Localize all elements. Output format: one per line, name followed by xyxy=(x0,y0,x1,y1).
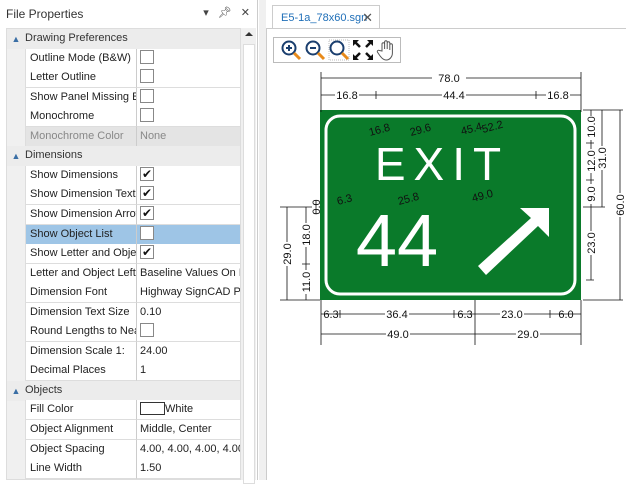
dim-label: 31.0 xyxy=(597,147,609,168)
dim-label: 18.0 xyxy=(301,224,313,245)
dim-label: 11.0 xyxy=(301,272,313,293)
dim-label: 10.0 xyxy=(586,116,598,137)
dim-label: 36.4 xyxy=(386,309,407,321)
dim-label: 6.0 xyxy=(558,309,573,321)
sign-panel[interactable]: EXIT 44 xyxy=(320,110,581,300)
dim-label: 23.0 xyxy=(586,232,598,253)
dim-label: 9.0 xyxy=(586,186,598,201)
dim-label: 78.0 xyxy=(438,73,459,85)
dim-label: 0.0 xyxy=(311,199,323,214)
sign-legend-exit: EXIT xyxy=(375,138,509,190)
dim-label: 23.0 xyxy=(501,309,522,321)
sign-legend-number: 44 xyxy=(356,199,438,282)
dim-label: 49.0 xyxy=(387,329,408,341)
dim-label: 60.0 xyxy=(615,194,626,215)
dim-label: 6.3 xyxy=(457,309,472,321)
sign-drawing: EXIT 44 16.8 29.6 45.4 52.2 6.3 25.8 49.… xyxy=(280,72,626,345)
dim-label: 16.8 xyxy=(336,90,357,102)
dim-label: 44.4 xyxy=(443,90,464,102)
dim-label: 16.8 xyxy=(547,90,568,102)
dim-label: 29.0 xyxy=(282,243,294,264)
dim-label: 29.0 xyxy=(517,329,538,341)
dim-label: 6.3 xyxy=(323,309,338,321)
